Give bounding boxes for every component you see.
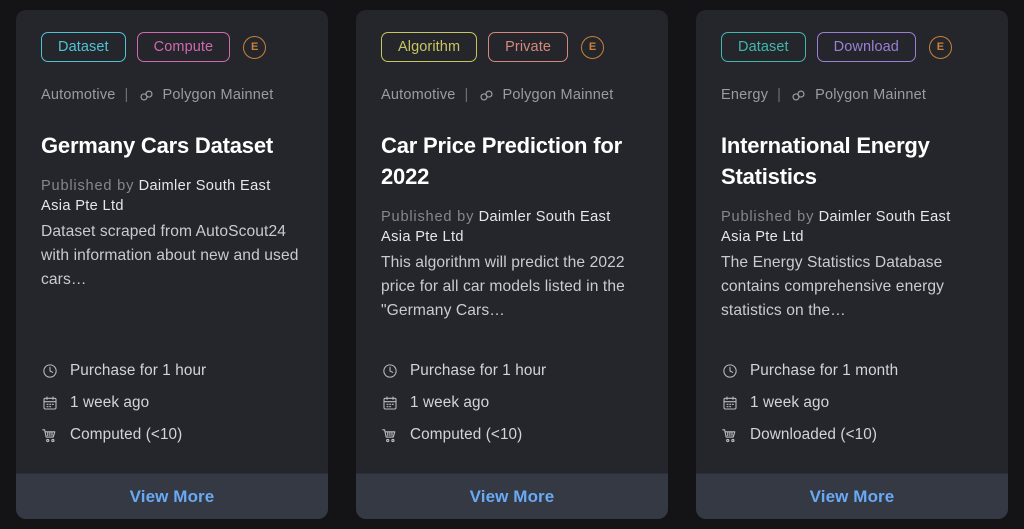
card-body: Dataset Download E Energy | Polygon Mainnet In…	[696, 10, 1008, 473]
badge-dataset[interactable]: Dataset	[721, 32, 806, 62]
meta-row: Purchase for 1 hour	[381, 355, 643, 387]
meta-text: Purchase for 1 hour	[70, 362, 207, 379]
card-description: Dataset scraped from AutoScout24 with in…	[41, 222, 299, 288]
calendar-icon	[381, 395, 398, 412]
meta-text: 1 week ago	[750, 394, 830, 411]
publisher-line: Published by Daimler South East Asia Pte…	[721, 208, 983, 247]
view-more-button[interactable]: View More	[16, 473, 328, 519]
badge-row: Algorithm Private E	[381, 32, 643, 62]
separator: |	[464, 87, 469, 103]
badge-algorithm[interactable]: Algorithm	[381, 32, 478, 62]
ethereum-e-badge-icon: E	[928, 35, 952, 59]
calendar-icon	[721, 395, 738, 412]
meta-text: Downloaded (<10)	[750, 426, 878, 443]
network-label: Polygon Mainnet	[815, 87, 927, 103]
meta-list: Purchase for 1 hour 1 week ago Computed (<…	[381, 355, 643, 473]
asset-card-list: Dataset Compute E Automotive | Polygon Mainne…	[0, 0, 1024, 529]
meta-text: Computed (<10)	[410, 426, 523, 443]
badge-dataset[interactable]: Dataset	[41, 32, 126, 62]
card-body: Algorithm Private E Automotive | Polygon Main…	[356, 10, 668, 473]
card-description: This algorithm will predict the 2022 pri…	[381, 253, 625, 320]
meta-list: Purchase for 1 hour 1 week ago Computed (<…	[41, 355, 303, 473]
meta-row: Downloaded (<10)	[721, 419, 983, 451]
meta-text: Purchase for 1 month	[750, 362, 899, 379]
clock-icon	[721, 363, 738, 380]
clock-icon	[41, 363, 58, 380]
asset-card: Algorithm Private E Automotive | Polygon Main…	[356, 10, 668, 519]
ethereum-e-badge-icon: E	[581, 35, 604, 59]
badge-private[interactable]: Private	[488, 32, 568, 62]
network-label: Polygon Mainnet	[502, 87, 614, 103]
clock-icon	[381, 363, 398, 380]
published-by-label: Published by	[721, 209, 815, 226]
view-more-label: View More	[469, 486, 555, 506]
meta-row: 1 week ago	[41, 387, 303, 419]
view-more-label: View More	[129, 486, 215, 506]
network-label: Polygon Mainnet	[162, 87, 274, 103]
category-label: Automotive	[381, 87, 456, 103]
asset-card: Dataset Download E Energy | Polygon Mainnet In…	[696, 10, 1008, 519]
chain-link-icon	[478, 87, 495, 104]
cart-icon	[41, 427, 58, 444]
meta-text: Computed (<10)	[70, 426, 183, 443]
badge-compute[interactable]: Compute	[136, 32, 231, 62]
category-label: Energy	[721, 87, 769, 103]
card-title[interactable]: Germany Cars Dataset	[41, 130, 303, 161]
chain-link-icon	[790, 87, 807, 104]
asset-card: Dataset Compute E Automotive | Polygon Mainne…	[16, 10, 328, 519]
category-row: Automotive | Polygon Mainnet	[381, 86, 643, 104]
card-body: Dataset Compute E Automotive | Polygon Mainne…	[16, 10, 328, 473]
view-more-button[interactable]: View More	[696, 473, 1008, 519]
cart-icon	[381, 427, 398, 444]
publisher-line: Published by Daimler South East Asia Pte…	[41, 177, 303, 216]
card-title[interactable]: Car Price Prediction for 2022	[381, 130, 643, 192]
meta-row: 1 week ago	[721, 387, 983, 419]
meta-text: 1 week ago	[410, 394, 490, 411]
view-more-label: View More	[809, 486, 895, 506]
view-more-button[interactable]: View More	[356, 473, 668, 519]
badge-download[interactable]: Download	[816, 32, 916, 62]
category-row: Automotive | Polygon Mainnet	[41, 86, 303, 104]
published-by-label: Published by	[41, 178, 135, 195]
card-title[interactable]: International Energy Statistics	[721, 130, 983, 192]
meta-text: 1 week ago	[70, 394, 150, 411]
meta-text: Purchase for 1 hour	[410, 362, 547, 379]
publisher-line: Published by Daimler South East Asia Pte…	[381, 208, 643, 247]
meta-row: Purchase for 1 hour	[41, 355, 303, 387]
badge-row: Dataset Download E	[721, 32, 983, 62]
separator: |	[124, 87, 129, 103]
card-description: The Energy Statistics Database contains …	[721, 253, 945, 320]
category-label: Automotive	[41, 87, 116, 103]
meta-row: Computed (<10)	[381, 419, 643, 451]
meta-row: Purchase for 1 month	[721, 355, 983, 387]
category-row: Energy | Polygon Mainnet	[721, 86, 983, 104]
meta-row: 1 week ago	[381, 387, 643, 419]
calendar-icon	[41, 395, 58, 412]
meta-list: Purchase for 1 month 1 week ago Downloaded…	[721, 355, 983, 473]
chain-link-icon	[138, 87, 155, 104]
meta-row: Computed (<10)	[41, 419, 303, 451]
badge-row: Dataset Compute E	[41, 32, 303, 62]
published-by-label: Published by	[381, 209, 475, 226]
ethereum-e-badge-icon: E	[243, 35, 267, 59]
separator: |	[777, 87, 782, 103]
cart-icon	[721, 427, 738, 444]
